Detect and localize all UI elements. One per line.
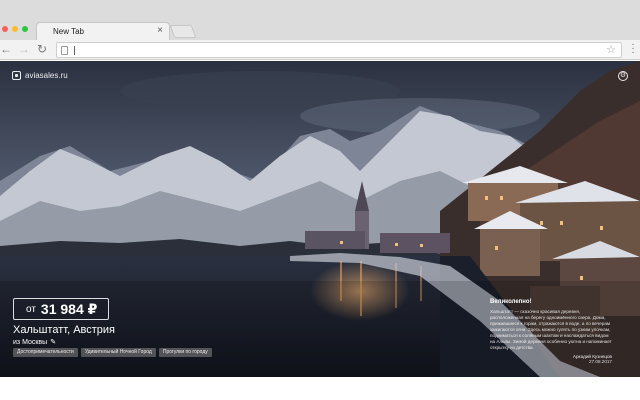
tag-sights[interactable]: Достопримечательности: [13, 348, 78, 357]
review-card: Великолепно! Хальштатт — сказочно красив…: [490, 299, 612, 364]
price-button[interactable]: от 31 984 ₽: [13, 298, 109, 320]
minimize-window-button[interactable]: [12, 26, 18, 32]
aviasales-logo-icon: [12, 71, 21, 80]
aviasales-logo[interactable]: aviasales.ru: [12, 71, 68, 80]
tag-night-city[interactable]: Удивительный Ночной Город: [80, 348, 156, 357]
text-caret: [74, 46, 75, 55]
review-title: Великолепно!: [490, 299, 532, 305]
address-bar[interactable]: ☆: [56, 42, 622, 58]
price-prefix: от: [26, 303, 36, 315]
settings-icon[interactable]: ⚙: [618, 71, 628, 81]
origin-city[interactable]: из Москвы ✎: [13, 338, 56, 347]
menu-dots-icon[interactable]: · · ·: [628, 40, 638, 58]
review-text: Хальштатт — сказочно красивая деревня, р…: [490, 309, 612, 350]
tab-strip: New Tab ×: [0, 0, 640, 40]
price-value: 31 984 ₽: [40, 300, 98, 317]
page-icon: [61, 46, 68, 55]
maximize-window-button[interactable]: [22, 26, 28, 32]
back-arrow-icon[interactable]: ←: [0, 42, 12, 56]
page-bottom: [0, 377, 640, 400]
close-window-button[interactable]: [2, 26, 8, 32]
tag-list: Достопримечательности Удивительный Ночно…: [13, 348, 212, 357]
new-tab-background: aviasales.ru ⚙ от 31 984 ₽ Хальштатт, Ав…: [0, 61, 640, 377]
tag-walks[interactable]: Прогулки по городу: [158, 348, 212, 357]
pencil-icon[interactable]: ✎: [50, 338, 56, 346]
tab-title: New Tab: [53, 27, 84, 36]
review-date: 27.08.2017: [589, 359, 612, 364]
origin-label: из Москвы: [13, 338, 48, 346]
new-tab-button[interactable]: [169, 25, 197, 38]
tab-new-tab[interactable]: New Tab ×: [36, 22, 170, 40]
tab-close-icon[interactable]: ×: [157, 25, 163, 37]
browser-toolbar: ← → ↻ ☆ · · ·: [0, 40, 640, 60]
reload-icon[interactable]: ↻: [37, 42, 47, 56]
forward-arrow-icon[interactable]: →: [18, 42, 30, 56]
star-icon[interactable]: ☆: [606, 43, 616, 57]
logo-text: aviasales.ru: [25, 71, 68, 80]
destination-title: Хальштатт, Австрия: [13, 324, 116, 336]
